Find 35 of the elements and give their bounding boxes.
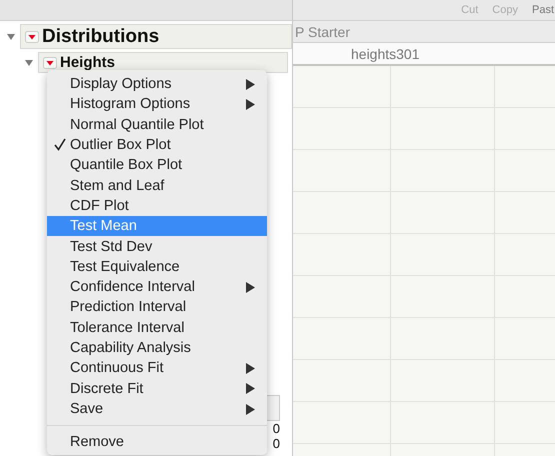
menu-item[interactable]: Discrete Fit	[47, 378, 267, 399]
menu-item[interactable]: Remove	[47, 432, 267, 452]
menu-item[interactable]: Prediction Interval	[47, 297, 267, 318]
value-text: 0	[272, 436, 280, 451]
menu-item[interactable]: Confidence Interval	[47, 276, 267, 298]
table-title: heights301	[351, 46, 420, 62]
menu-item[interactable]: Test Equivalence	[47, 256, 267, 277]
value-text: 0	[272, 421, 280, 436]
submenu-arrow-icon	[245, 99, 255, 110]
submenu-arrow-icon	[245, 282, 255, 293]
menu-item[interactable]: Tolerance Interval	[47, 318, 267, 338]
checkmark-icon	[54, 138, 66, 151]
menu-item[interactable]: Save	[47, 398, 267, 420]
triangle-menu-icon[interactable]	[43, 56, 57, 68]
menu-item[interactable]: Stem and Leaf	[47, 175, 267, 196]
menu-item[interactable]: Continuous Fit	[47, 358, 267, 378]
menu-item[interactable]: Normal Quantile Plot	[47, 114, 267, 135]
triangle-menu-icon[interactable]	[25, 30, 39, 42]
submenu-arrow-icon	[245, 79, 255, 90]
menu-item[interactable]: CDF Plot	[47, 196, 267, 216]
toolbar-button[interactable]: Past	[532, 4, 554, 16]
menu-item[interactable]: Quantile Box Plot	[47, 155, 267, 176]
menu-item[interactable]: Display Options	[47, 74, 267, 94]
menu-item[interactable]: Histogram Options	[47, 94, 267, 115]
menu-item[interactable]: Test Std Dev	[47, 236, 267, 257]
menu-item[interactable]: Capability Analysis	[47, 338, 267, 358]
submenu-arrow-icon	[245, 383, 255, 394]
section-title: Heights	[60, 54, 116, 71]
submenu-arrow-icon	[245, 363, 255, 374]
window-title: P Starter	[295, 24, 350, 40]
report-title: Distributions	[42, 26, 160, 48]
disclosure-triangle-icon[interactable]	[24, 58, 34, 68]
disclosure-triangle-icon[interactable]	[6, 32, 16, 42]
submenu-arrow-icon	[245, 404, 255, 415]
menu-item[interactable]: Outlier Box Plot	[47, 134, 267, 156]
